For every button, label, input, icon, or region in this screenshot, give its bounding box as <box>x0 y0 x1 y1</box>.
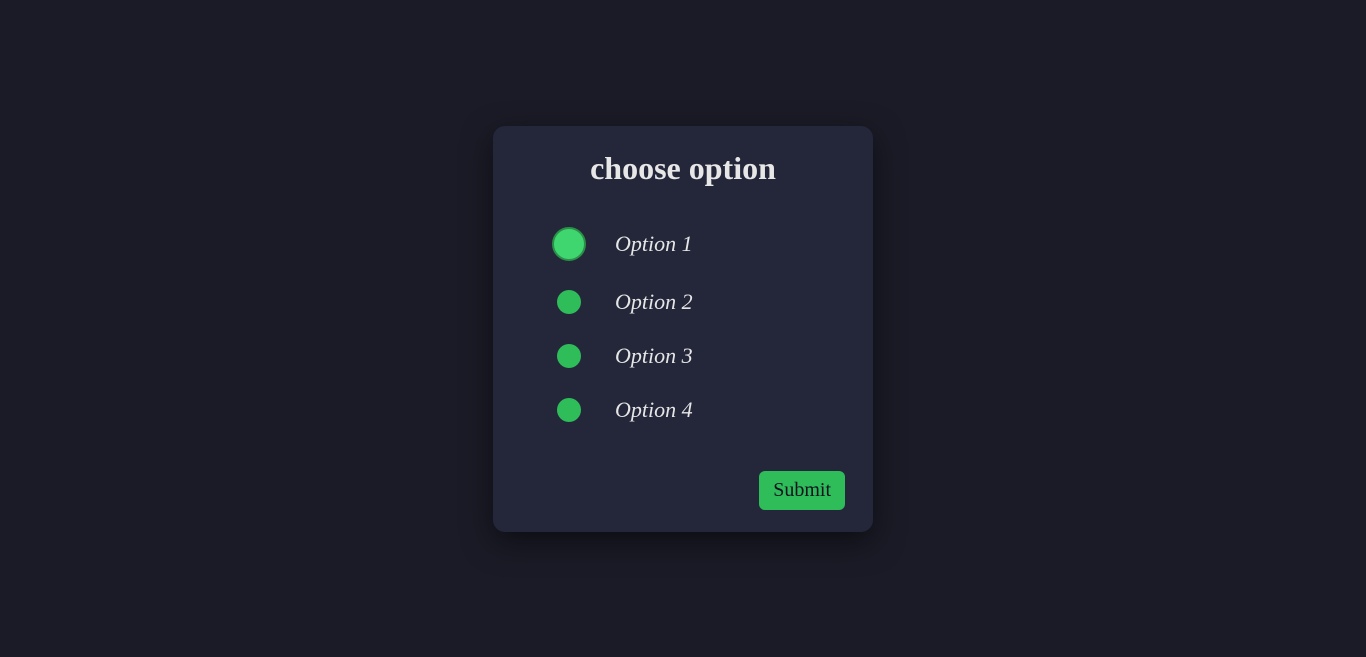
option-card: choose option Option 1 Option 2 Option 3… <box>493 126 873 532</box>
radio-icon[interactable] <box>557 290 581 314</box>
radio-icon[interactable] <box>552 227 586 261</box>
radio-icon[interactable] <box>557 344 581 368</box>
option-4[interactable]: Option 4 <box>557 397 845 423</box>
option-label: Option 3 <box>615 343 693 369</box>
option-3[interactable]: Option 3 <box>557 343 845 369</box>
option-2[interactable]: Option 2 <box>557 289 845 315</box>
option-label: Option 1 <box>615 231 693 257</box>
submit-button[interactable]: Submit <box>759 471 845 510</box>
option-1[interactable]: Option 1 <box>557 227 845 261</box>
option-label: Option 2 <box>615 289 693 315</box>
radio-icon[interactable] <box>557 398 581 422</box>
option-label: Option 4 <box>615 397 693 423</box>
options-list: Option 1 Option 2 Option 3 Option 4 <box>521 227 845 423</box>
card-title: choose option <box>521 150 845 187</box>
submit-row: Submit <box>521 471 845 510</box>
